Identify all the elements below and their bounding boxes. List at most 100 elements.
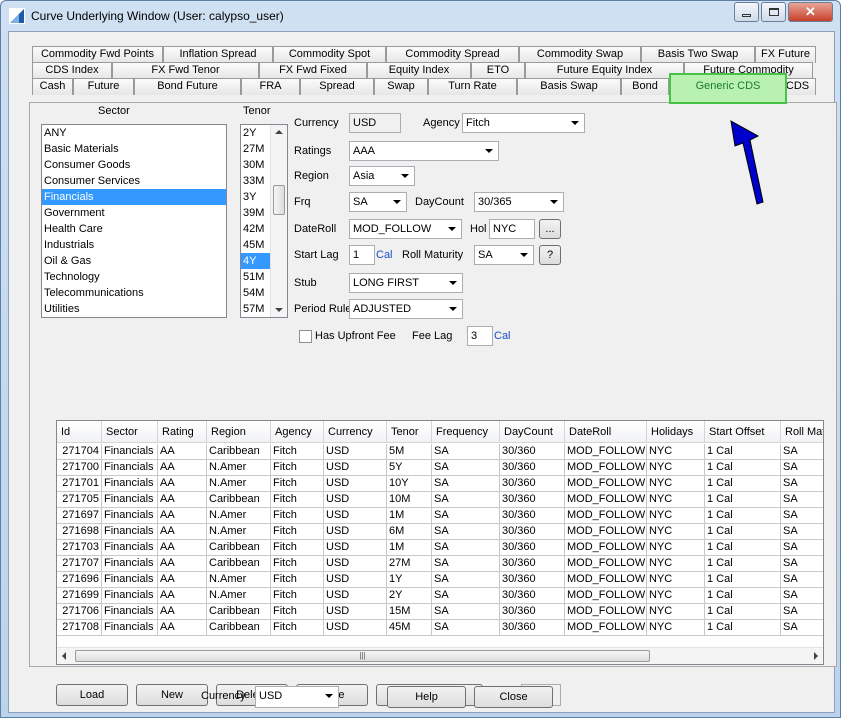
rollmaturity-select[interactable]: SA bbox=[474, 245, 534, 265]
sector-item[interactable]: Telecommunications bbox=[42, 285, 226, 301]
tenor-item[interactable]: 42M bbox=[241, 221, 271, 237]
tab-basis-swap[interactable]: Basis Swap bbox=[517, 78, 621, 95]
sector-item[interactable]: Financials bbox=[42, 189, 226, 205]
table-scroll-thumb[interactable]: ||| bbox=[75, 650, 650, 662]
dateroll-select[interactable]: MOD_FOLLOW bbox=[349, 219, 462, 239]
startlag-field[interactable]: 1 bbox=[349, 245, 375, 265]
tab-commodity-swap[interactable]: Commodity Swap bbox=[519, 46, 641, 63]
table-row[interactable]: 271698 Financials AA N.Amer Fitch USD 6M SA 30/3… bbox=[57, 524, 823, 540]
table-row[interactable]: 271699 Financials AA N.Amer Fitch USD 2Y SA 30/3… bbox=[57, 588, 823, 604]
table-row[interactable]: 271708 Financials AA Caribbean Fitch USD 45M SA… bbox=[57, 620, 823, 636]
tab-turn-rate[interactable]: Turn Rate bbox=[428, 78, 517, 95]
tab-fx-future[interactable]: FX Future bbox=[755, 46, 816, 63]
tab-commodity-spot[interactable]: Commodity Spot bbox=[273, 46, 386, 63]
tenor-item[interactable]: 2Y bbox=[241, 125, 271, 141]
upfront-fee-checkbox[interactable] bbox=[299, 330, 312, 343]
tab-spread[interactable]: Spread bbox=[300, 78, 374, 95]
table-row[interactable]: 271697 Financials AA N.Amer Fitch USD 1M SA 30/3… bbox=[57, 508, 823, 524]
table-row[interactable]: 271701 Financials AA N.Amer Fitch USD 10Y SA 30/… bbox=[57, 476, 823, 492]
tab-cash[interactable]: Cash bbox=[32, 78, 73, 95]
scroll-down-icon[interactable] bbox=[275, 308, 283, 312]
tab-fx-fwd-tenor[interactable]: FX Fwd Tenor bbox=[112, 62, 259, 79]
tab-fra[interactable]: FRA bbox=[241, 78, 300, 95]
sector-item[interactable]: Industrials bbox=[42, 237, 226, 253]
tenor-item[interactable]: 57M bbox=[241, 301, 271, 317]
footer-currency-select[interactable]: USD bbox=[255, 686, 339, 708]
column-header[interactable]: Start Offset bbox=[705, 421, 781, 443]
tab-commodity-fwd-points[interactable]: Commodity Fwd Points bbox=[32, 46, 163, 63]
tab-future[interactable]: Future bbox=[73, 78, 134, 95]
table-row[interactable]: 271703 Financials AA Caribbean Fitch USD 1M SA 3… bbox=[57, 540, 823, 556]
sector-item[interactable]: Basic Materials bbox=[42, 141, 226, 157]
tab-commodity-spread[interactable]: Commodity Spread bbox=[386, 46, 519, 63]
column-header[interactable]: Currency bbox=[324, 421, 387, 443]
column-header[interactable]: Sector bbox=[102, 421, 158, 443]
column-header[interactable]: Region bbox=[207, 421, 271, 443]
column-header[interactable]: Id bbox=[57, 421, 102, 443]
tab-fx-fwd-fixed[interactable]: FX Fwd Fixed bbox=[259, 62, 367, 79]
feelag-field[interactable]: 3 bbox=[467, 326, 493, 346]
daycount-select[interactable]: 30/365 bbox=[474, 192, 564, 212]
new-button[interactable]: New bbox=[136, 684, 208, 706]
maximize-button[interactable] bbox=[761, 2, 786, 22]
close-window-button[interactable]: ✕ bbox=[788, 2, 833, 22]
load-button[interactable]: Load bbox=[56, 684, 128, 706]
table-row[interactable]: 271700 Financials AA N.Amer Fitch USD 5Y SA 30/3… bbox=[57, 460, 823, 476]
tenor-item[interactable]: 30M bbox=[241, 157, 271, 173]
tenor-list[interactable]: 2Y 27M 30M 33M 3Y 39M 42M 45M 4Y 51M 54M 57M bbox=[240, 124, 288, 318]
sector-item[interactable]: Health Care bbox=[42, 221, 226, 237]
column-header[interactable]: Agency bbox=[271, 421, 324, 443]
tab-eto[interactable]: ETO bbox=[471, 62, 525, 79]
tab-bond-future[interactable]: Bond Future bbox=[134, 78, 241, 95]
tenor-item[interactable]: 3Y bbox=[241, 189, 271, 205]
help-button[interactable]: Help bbox=[387, 686, 466, 708]
tab-cds-index[interactable]: CDS Index bbox=[32, 62, 112, 79]
tenor-item[interactable]: 39M bbox=[241, 205, 271, 221]
frq-select[interactable]: SA bbox=[349, 192, 407, 212]
periodrule-select[interactable]: ADJUSTED bbox=[349, 299, 463, 319]
sector-item[interactable]: Consumer Goods bbox=[42, 157, 226, 173]
column-header[interactable]: Holidays bbox=[647, 421, 705, 443]
column-header[interactable]: Tenor bbox=[387, 421, 432, 443]
tab-swap[interactable]: Swap bbox=[374, 78, 428, 95]
sector-item[interactable]: Utilities bbox=[42, 301, 226, 317]
table-row[interactable]: 271706 Financials AA Caribbean Fitch USD 15M SA… bbox=[57, 604, 823, 620]
title-bar[interactable]: Curve Underlying Window (User: calypso_u… bbox=[1, 1, 840, 31]
sector-item[interactable]: Technology bbox=[42, 269, 226, 285]
tab-generic-cds[interactable]: Generic CDS bbox=[669, 73, 787, 104]
stub-select[interactable]: LONG FIRST bbox=[349, 273, 463, 293]
close-button[interactable]: Close bbox=[474, 686, 553, 708]
column-header[interactable]: Roll Matu bbox=[781, 421, 823, 443]
table-row[interactable]: 271705 Financials AA Caribbean Fitch USD 10M SA… bbox=[57, 492, 823, 508]
currency-field[interactable]: USD bbox=[349, 113, 401, 133]
table-row[interactable]: 271696 Financials AA N.Amer Fitch USD 1Y SA 30/3… bbox=[57, 572, 823, 588]
sector-item[interactable]: Government bbox=[42, 205, 226, 221]
tab-inflation-spread[interactable]: Inflation Spread bbox=[163, 46, 273, 63]
table-row[interactable]: 271704 Financials AA Caribbean Fitch USD 5M SA 3… bbox=[57, 444, 823, 460]
tenor-item[interactable]: 51M bbox=[241, 269, 271, 285]
column-header[interactable]: Frequency bbox=[432, 421, 500, 443]
minimize-button[interactable] bbox=[734, 2, 759, 22]
help-icon-button[interactable]: ? bbox=[539, 245, 561, 265]
column-header[interactable]: Rating bbox=[158, 421, 207, 443]
table-row[interactable]: 271707 Financials AA Caribbean Fitch USD 27M SA… bbox=[57, 556, 823, 572]
tenor-item[interactable]: 45M bbox=[241, 237, 271, 253]
tenor-item[interactable]: 4Y bbox=[241, 253, 271, 269]
table-hscrollbar[interactable]: ||| bbox=[57, 647, 823, 664]
scroll-left-icon[interactable] bbox=[62, 652, 66, 660]
holidays-picker-button[interactable]: ... bbox=[539, 219, 561, 239]
tenor-item[interactable]: 54M bbox=[241, 285, 271, 301]
ratings-select[interactable]: AAA bbox=[349, 141, 499, 161]
tenor-scroll-thumb[interactable] bbox=[273, 185, 285, 215]
column-header[interactable]: DateRoll bbox=[565, 421, 647, 443]
tab-bond[interactable]: Bond bbox=[621, 78, 669, 95]
tenor-scrollbar[interactable] bbox=[270, 125, 287, 317]
scroll-up-icon[interactable] bbox=[275, 130, 283, 134]
tenor-item[interactable]: 33M bbox=[241, 173, 271, 189]
tab-basis-two-swap[interactable]: Basis Two Swap bbox=[641, 46, 755, 63]
sector-item[interactable]: ANY bbox=[42, 125, 226, 141]
region-select[interactable]: Asia bbox=[349, 166, 415, 186]
sector-item[interactable]: Oil & Gas bbox=[42, 253, 226, 269]
tab-equity-index[interactable]: Equity Index bbox=[367, 62, 471, 79]
agency-select[interactable]: Fitch bbox=[462, 113, 585, 133]
